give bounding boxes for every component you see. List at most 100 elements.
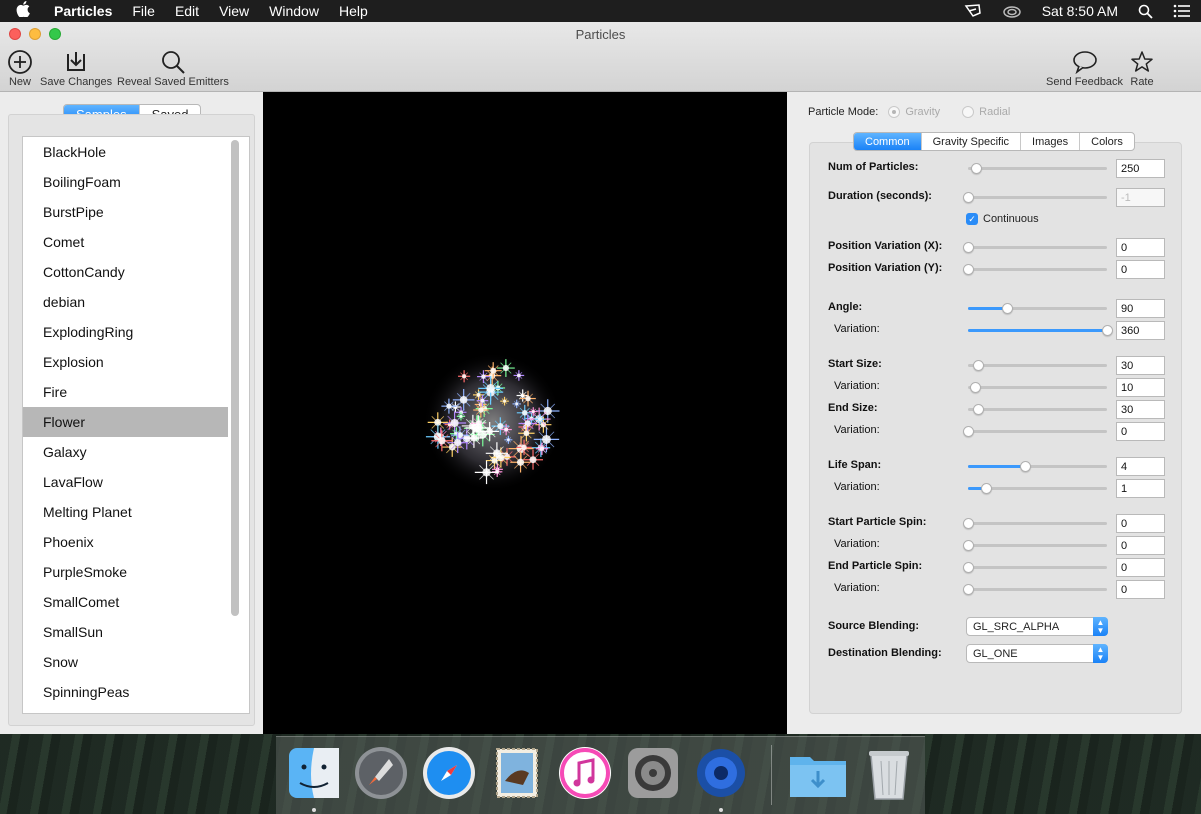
list-item-spinningpeas[interactable]: SpinningPeas (23, 677, 228, 707)
apple-menu-icon[interactable] (0, 0, 46, 22)
life-span-field[interactable]: 4 (1116, 457, 1165, 476)
end-spin-var-slider-knob[interactable] (963, 584, 974, 595)
tab-colors[interactable]: Colors (1080, 133, 1134, 150)
radial-mode-radio[interactable] (962, 106, 975, 118)
list-item-purplesmoke[interactable]: PurpleSmoke (23, 557, 228, 587)
launchpad-icon[interactable] (353, 745, 409, 801)
end-spin-var-field[interactable]: 0 (1116, 580, 1165, 599)
list-item-burstpipe[interactable]: BurstPipe (23, 197, 228, 227)
menu-file[interactable]: File (122, 3, 165, 19)
end-spin-slider-knob[interactable] (963, 562, 974, 573)
list-item-comet[interactable]: Comet (23, 227, 228, 257)
list-item-fire[interactable]: Fire (23, 377, 228, 407)
list-item-galaxy[interactable]: Galaxy (23, 437, 228, 467)
num-particles-field[interactable]: 250 (1116, 159, 1165, 178)
list-item-flower-selected[interactable]: Flower (23, 407, 228, 437)
tab-images[interactable]: Images (1021, 133, 1081, 150)
end-size-field[interactable]: 30 (1116, 400, 1165, 419)
trash-icon[interactable] (861, 745, 917, 801)
end-size-slider[interactable] (968, 404, 1107, 415)
list-item-blackhole[interactable]: BlackHole (23, 137, 228, 167)
new-button[interactable]: New (7, 48, 33, 88)
tab-gravity-specific[interactable]: Gravity Specific (922, 133, 1022, 150)
num-particles-slider-knob[interactable] (971, 163, 983, 174)
emitter-list[interactable]: BlackHole BoilingFoam BurstPipe Comet Co… (22, 136, 250, 714)
list-scrollbar-thumb[interactable] (231, 140, 239, 616)
pos-var-y-slider-knob[interactable] (963, 264, 974, 275)
end-spin-field[interactable]: 0 (1116, 558, 1165, 577)
downloads-folder-icon[interactable] (788, 745, 846, 801)
itunes-icon[interactable] (557, 745, 613, 801)
airplay-status-icon[interactable] (954, 4, 992, 18)
rate-button[interactable]: Rate (1130, 48, 1154, 88)
angle-field[interactable]: 90 (1116, 299, 1165, 318)
destination-blending-popup[interactable]: GL_ONE ▲ ▼ (966, 644, 1108, 663)
start-size-slider-knob[interactable] (972, 360, 984, 371)
list-item-smallsun[interactable]: SmallSun (23, 617, 228, 647)
angle-slider-knob[interactable] (1001, 303, 1013, 314)
start-spin-slider[interactable] (963, 518, 1107, 529)
start-size-var-slider[interactable] (968, 382, 1107, 393)
pos-var-x-field[interactable]: 0 (1116, 238, 1165, 257)
start-size-var-field[interactable]: 10 (1116, 378, 1165, 397)
menu-view[interactable]: View (209, 3, 259, 19)
list-item-snow[interactable]: Snow (23, 647, 228, 677)
menu-window[interactable]: Window (259, 3, 329, 19)
mail-icon[interactable] (489, 745, 545, 801)
pos-var-y-field[interactable]: 0 (1116, 260, 1165, 279)
menu-app-name[interactable]: Particles (46, 3, 122, 19)
creative-cloud-status-icon[interactable] (992, 4, 1032, 18)
duration-slider[interactable] (963, 192, 1107, 203)
end-size-var-slider-knob[interactable] (963, 426, 974, 437)
menu-edit[interactable]: Edit (165, 3, 209, 19)
list-item-cottoncandy[interactable]: CottonCandy (23, 257, 228, 287)
list-item-boilingfoam[interactable]: BoilingFoam (23, 167, 228, 197)
life-span-var-field[interactable]: 1 (1116, 479, 1165, 498)
spotlight-search-icon[interactable] (1128, 4, 1163, 19)
num-particles-slider[interactable] (968, 163, 1107, 174)
particles-app-icon[interactable] (693, 745, 749, 801)
life-span-slider-knob[interactable] (1019, 461, 1031, 472)
pos-var-x-slider-knob[interactable] (963, 242, 974, 253)
source-blending-popup[interactable]: GL_SRC_ALPHA ▲ ▼ (966, 617, 1108, 636)
reveal-saved-emitters-button[interactable]: Reveal Saved Emitters (117, 48, 229, 88)
save-changes-button[interactable]: Save Changes (40, 48, 112, 88)
angle-slider[interactable] (968, 303, 1107, 314)
start-spin-slider-knob[interactable] (963, 518, 974, 529)
end-size-var-slider[interactable] (963, 426, 1107, 437)
continuous-checkbox[interactable]: ✓ Continuous (966, 213, 1039, 225)
list-item-phoenix[interactable]: Phoenix (23, 527, 228, 557)
start-spin-var-slider-knob[interactable] (963, 540, 974, 551)
menu-help[interactable]: Help (329, 3, 378, 19)
angle-var-slider-knob[interactable] (1102, 325, 1113, 336)
gravity-mode-radio[interactable] (888, 106, 901, 118)
list-item-explodingring[interactable]: ExplodingRing (23, 317, 228, 347)
start-spin-field[interactable]: 0 (1116, 514, 1165, 533)
end-spin-var-slider[interactable] (963, 584, 1107, 595)
end-size-slider-knob[interactable] (972, 404, 984, 415)
life-span-var-slider[interactable] (968, 483, 1107, 494)
particle-preview-canvas[interactable] (263, 92, 787, 734)
pos-var-x-slider[interactable] (963, 242, 1107, 253)
list-item-explosion[interactable]: Explosion (23, 347, 228, 377)
life-span-var-slider-knob[interactable] (981, 483, 993, 494)
end-spin-slider[interactable] (963, 562, 1107, 573)
duration-slider-knob[interactable] (963, 192, 974, 203)
safari-icon[interactable] (421, 745, 477, 801)
duration-field[interactable]: -1 (1116, 188, 1165, 207)
angle-var-field[interactable]: 360 (1116, 321, 1165, 340)
send-feedback-button[interactable]: Send Feedback (1046, 48, 1123, 88)
start-size-slider[interactable] (968, 360, 1107, 371)
finder-icon[interactable] (286, 745, 342, 801)
start-spin-var-field[interactable]: 0 (1116, 536, 1165, 555)
start-size-field[interactable]: 30 (1116, 356, 1165, 375)
list-item-smallcomet[interactable]: SmallComet (23, 587, 228, 617)
angle-var-slider[interactable] (968, 325, 1113, 336)
list-item-debian[interactable]: debian (23, 287, 228, 317)
start-size-var-slider-knob[interactable] (969, 382, 981, 393)
notification-center-icon[interactable] (1163, 4, 1201, 18)
pos-var-y-slider[interactable] (963, 264, 1107, 275)
life-span-slider[interactable] (968, 461, 1107, 472)
system-preferences-icon[interactable] (625, 745, 681, 801)
tab-common[interactable]: Common (854, 133, 922, 150)
